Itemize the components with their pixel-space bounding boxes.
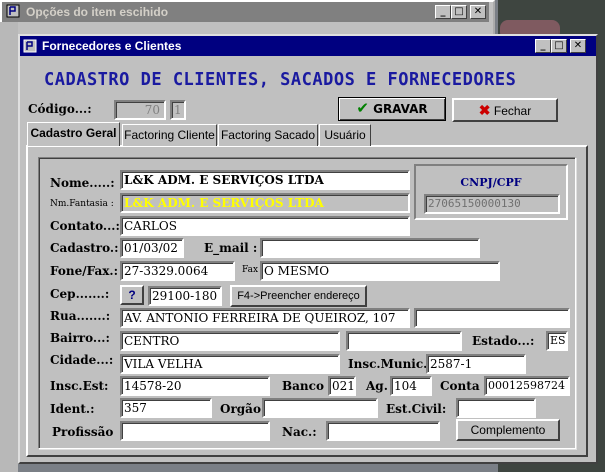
- nac-field[interactable]: [326, 421, 440, 441]
- inscmunic-field[interactable]: 2587-1: [426, 354, 526, 374]
- conta-field[interactable]: 00012598724: [484, 376, 570, 396]
- nome-field[interactable]: L&K ADM. E SERVIÇOS LTDA: [120, 170, 410, 190]
- orgao-field[interactable]: [262, 398, 378, 418]
- app-icon: [23, 39, 37, 53]
- close-button[interactable]: ✕: [570, 39, 586, 53]
- fone-field[interactable]: 27-3329.0064: [120, 261, 235, 281]
- cidade-label: Cidade...:: [50, 353, 114, 367]
- complemento-button[interactable]: Complemento: [456, 419, 560, 441]
- email-field[interactable]: [260, 238, 480, 258]
- nome-label: Nome.....:: [50, 176, 115, 190]
- bairro-label: Bairro...:: [50, 331, 110, 345]
- bairro-extra-field[interactable]: [346, 331, 462, 351]
- inscest-field[interactable]: 14578-20: [120, 376, 270, 396]
- rua-extra-field[interactable]: [414, 308, 570, 328]
- rua-field[interactable]: AV. ANTONIO FERREIRA DE QUEIROZ, 107: [120, 308, 410, 328]
- rua-label: Rua.......:: [50, 309, 111, 323]
- tab-factoring-cliente[interactable]: Factoring Cliente: [122, 124, 217, 146]
- app-icon: [6, 4, 20, 18]
- fone-label: Fone/Fax.:: [50, 264, 119, 278]
- background-window-body: [0, 22, 18, 472]
- ag-field[interactable]: 104: [390, 376, 432, 396]
- ident-label: Ident.:: [50, 402, 95, 416]
- orgao-label: Orgão:: [220, 402, 266, 416]
- preencher-endereco-button[interactable]: F4->Preencher endereço: [230, 285, 367, 307]
- close-x-icon: ✖: [478, 102, 491, 118]
- contato-field[interactable]: CARLOS: [120, 216, 410, 236]
- bg-close-button[interactable]: ✕: [470, 5, 486, 19]
- page-title: CADASTRO DE CLIENTES, SACADOS E FORNECED…: [44, 69, 517, 91]
- cnpj-label: CNPJ/CPF: [460, 176, 522, 189]
- cadastro-label: Cadastro.:: [50, 241, 119, 255]
- inscmunic-label: Insc.Munic.: [348, 357, 428, 371]
- cnpj-field[interactable]: 27065150000130: [424, 194, 560, 214]
- estado-field[interactable]: ES: [546, 331, 568, 351]
- check-icon: ✔: [356, 99, 369, 117]
- ident-field[interactable]: 357: [120, 398, 212, 418]
- bairro-field[interactable]: CENTRO: [120, 331, 340, 351]
- tab-usuario[interactable]: Usuário: [319, 124, 371, 146]
- cep-field[interactable]: 29100-180: [148, 286, 222, 306]
- fechar-label: Fechar: [493, 104, 532, 118]
- email-label: E_mail :: [204, 241, 258, 255]
- help-icon: ?: [128, 288, 136, 302]
- bg-maximize-button[interactable]: □: [451, 5, 467, 19]
- minimize-button[interactable]: _: [535, 39, 551, 53]
- fax-field[interactable]: O MESMO: [260, 261, 500, 281]
- tab-factoring-sacado[interactable]: Factoring Sacado: [218, 124, 318, 146]
- estcivil-field[interactable]: [456, 398, 536, 418]
- tab-cadastro-geral[interactable]: Cadastro Geral: [27, 122, 120, 146]
- background-window-title[interactable]: Opções do item escihido: [2, 2, 489, 22]
- cep-label: Cep.......:: [50, 287, 110, 301]
- maximize-button[interactable]: □: [551, 39, 567, 53]
- estcivil-label: Est.Civil:: [386, 402, 447, 416]
- codigo-label: Código...:: [28, 102, 92, 116]
- cep-help-button[interactable]: ?: [120, 285, 144, 305]
- banco-field[interactable]: 021: [328, 376, 356, 396]
- profissao-field[interactable]: [120, 421, 270, 441]
- fax-label: Fax: [242, 265, 259, 275]
- fantasia-field[interactable]: L&K ADM. E SERVIÇOS LTDA: [120, 193, 410, 213]
- codigo-field[interactable]: 70: [114, 100, 166, 120]
- fechar-button[interactable]: ✖ Fechar: [452, 98, 558, 122]
- inscest-label: Insc.Est:: [50, 379, 109, 393]
- nac-label: Nac.:: [282, 425, 317, 439]
- contato-label: Contato...:: [50, 219, 120, 233]
- window-title[interactable]: Fornecedores e Clientes: [20, 36, 596, 56]
- estado-label: Estado...:: [472, 334, 535, 348]
- fantasia-label: Nm.Fantasia :: [50, 199, 114, 209]
- cidade-field[interactable]: VILA VELHA: [120, 354, 340, 374]
- codigo-suffix-field[interactable]: 1: [170, 100, 186, 120]
- gravar-label: GRAVAR: [373, 102, 428, 116]
- banco-label: Banco: [282, 379, 324, 393]
- gravar-button[interactable]: ✔ GRAVAR: [338, 97, 446, 121]
- ag-label: Ag.: [366, 379, 388, 393]
- bg-minimize-button[interactable]: _: [435, 5, 451, 19]
- cadastro-field[interactable]: 01/03/02: [120, 238, 184, 258]
- conta-label: Conta: [440, 379, 480, 393]
- profissao-label: Profissão: [52, 425, 114, 439]
